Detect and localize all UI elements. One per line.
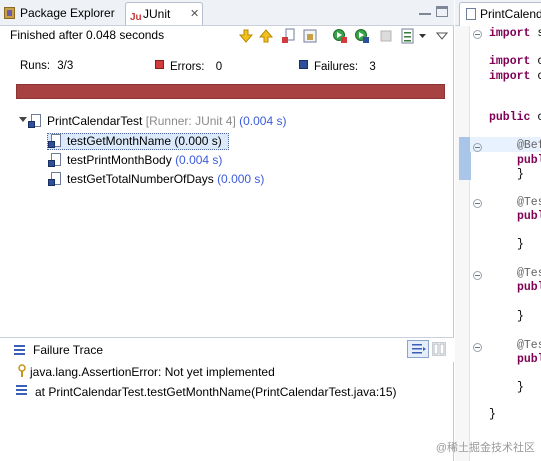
junit-icon: Ju [130,12,142,23]
test-failed-icon [48,134,62,148]
show-failures-only-icon[interactable] [280,28,296,44]
suite-time: (0.004 s) [239,114,287,128]
tree-item-test[interactable]: testGetTotalNumberOfDays (0.000 s) [48,171,265,188]
editor-tab-label: PrintCalend [480,7,541,21]
close-icon[interactable]: ✕ [190,3,199,26]
runs-stat: Runs: 3/3 [20,60,73,72]
stop-icon[interactable] [378,28,394,44]
failure-trace-title: Failure Trace [33,343,104,357]
tree-item-test[interactable]: testPrintMonthBody (0.004 s) [48,152,223,169]
minimize-icon[interactable] [419,6,431,15]
watermark: @稀土掘金技术社区 [435,442,535,454]
fold-icon[interactable] [473,271,482,280]
compare-results-button[interactable] [432,342,446,356]
code-line: import s [489,27,541,40]
failure-icon [299,60,308,69]
stack-trace-icon [14,345,25,357]
code-line: } [517,238,524,251]
maximize-icon[interactable] [436,6,448,17]
next-failure-icon[interactable] [238,28,254,44]
tab-package-explorer-label: Package Explorer [20,6,115,20]
test-name: testGetTotalNumberOfDays [67,172,214,186]
tab-junit[interactable]: JuJUnit ✕ [125,2,203,25]
test-progress-bar [16,84,445,99]
editor-tab[interactable]: PrintCalend [459,2,541,26]
code-line: import c [489,70,541,83]
code-line: import c [489,55,541,68]
code-line: } [489,408,496,421]
runs-label: Runs: [20,60,51,72]
fold-icon[interactable] [473,343,482,352]
failures-value: 3 [369,61,376,73]
tab-package-explorer[interactable]: Package Explorer [4,2,115,25]
rerun-failed-first-icon[interactable] [354,28,370,44]
code-annotation: @Tes [517,196,541,209]
errors-stat: Errors: 0 [155,60,222,73]
code-line: publi [517,281,541,294]
failures-stat: Failures: 3 [299,60,376,73]
filter-stack-trace-button[interactable] [407,340,429,358]
error-icon [155,60,164,69]
stack-frame-icon [16,385,27,397]
suite-runner: [Runner: JUnit 4] [145,114,236,128]
errors-value: 0 [215,61,223,73]
filter-stack-icon [412,344,426,354]
code-line: publi [517,353,541,366]
test-time: (0.004 s) [175,153,223,167]
fold-icon[interactable] [473,199,482,208]
package-explorer-icon [4,7,15,19]
code-annotation: @Tes [517,267,541,280]
suite-name: PrintCalendarTest [47,114,143,128]
code-line: publi [517,210,541,223]
scroll-lock-icon[interactable] [302,28,318,44]
java-file-icon [466,8,476,20]
code-annotation: @Tes [517,339,541,352]
compare-icon [433,343,445,355]
test-failed-icon [48,153,62,167]
runs-value: 3/3 [57,60,74,72]
code-line: } [517,381,524,394]
previous-failure-icon[interactable] [258,28,274,44]
expand-collapse-icon[interactable] [19,117,27,122]
failure-trace-header: Failure Trace [0,337,454,362]
tree-root-suite[interactable]: PrintCalendarTest [Runner: JUnit 4] (0.0… [28,113,287,130]
test-run-history-icon[interactable] [400,28,416,44]
trace-line-frame[interactable]: at PrintCalendarTest.testGetMonthName(Pr… [16,384,397,401]
status-text: Finished after 0.048 seconds [10,28,165,42]
code-annotation: @Bef [517,139,541,152]
test-name: testPrintMonthBody [67,153,172,167]
tab-junit-label: JUnit [143,7,171,21]
test-suite-failed-icon [28,114,42,128]
errors-label: Errors: [170,61,205,73]
test-time: (0.000 s) [174,134,222,148]
rerun-test-icon[interactable] [332,28,348,44]
stack-frame-text: at PrintCalendarTest.testGetMonthName(Pr… [35,385,397,399]
code-line: } [517,310,524,323]
trace-line-exception[interactable]: java.lang.AssertionError: Not yet implem… [17,364,275,381]
exception-text: java.lang.AssertionError: Not yet implem… [30,365,275,379]
code-line: } [517,168,524,181]
view-tab-bar: Package Explorer JuJUnit ✕ [0,0,454,26]
code-line: public c [489,111,541,124]
tree-item-test[interactable]: testGetMonthName (0.000 s) [48,133,222,150]
test-name: testGetMonthName [67,134,172,148]
failures-label: Failures: [314,61,359,73]
code-line: publi [517,154,541,167]
fold-icon[interactable] [473,30,482,39]
editor-ruler [455,26,470,461]
test-time: (0.000 s) [217,172,265,186]
view-menu-icon[interactable] [436,28,448,44]
exception-icon [18,364,26,377]
fold-icon[interactable] [473,143,482,152]
test-failed-icon [48,172,62,186]
history-dropdown-icon[interactable] [418,28,427,44]
